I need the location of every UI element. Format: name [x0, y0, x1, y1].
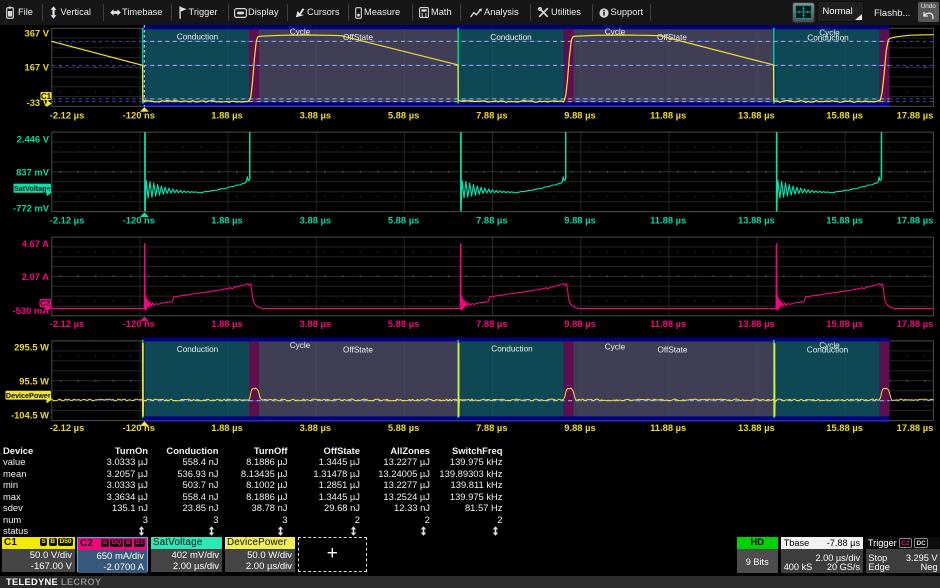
- svg-text:9.88 µs: 9.88 µs: [564, 318, 595, 329]
- svg-text:167 V: 167 V: [25, 62, 50, 73]
- svg-text:-2.12 µs: -2.12 µs: [50, 422, 85, 433]
- svg-text:-120 ns: -120 ns: [123, 318, 155, 329]
- svg-text:13.88 µs: 13.88 µs: [738, 422, 775, 433]
- svg-text:-2.12 µs: -2.12 µs: [50, 109, 85, 120]
- svg-text:-120 ns: -120 ns: [123, 422, 155, 433]
- svg-text:4.67 A: 4.67 A: [22, 238, 50, 249]
- svg-text:Cycle: Cycle: [290, 341, 311, 350]
- svg-text:5.88 µs: 5.88 µs: [388, 109, 419, 120]
- svg-text:9.88 µs: 9.88 µs: [564, 422, 595, 433]
- svg-text:13.88 µs: 13.88 µs: [738, 109, 775, 120]
- svg-text:9.88 µs: 9.88 µs: [564, 109, 595, 120]
- svg-text:-120 ns: -120 ns: [123, 109, 155, 120]
- svg-text:SatVoltage: SatVoltage: [14, 184, 51, 193]
- svg-text:Conduction: Conduction: [490, 33, 532, 42]
- svg-text:Conduction: Conduction: [177, 33, 219, 42]
- svg-text:3.88 µs: 3.88 µs: [300, 109, 331, 120]
- svg-text:1.88 µs: 1.88 µs: [211, 422, 242, 433]
- svg-text:-104.5 W: -104.5 W: [11, 409, 49, 420]
- svg-text:3.88 µs: 3.88 µs: [300, 422, 331, 433]
- svg-text:17.88 µs: 17.88 µs: [897, 109, 934, 120]
- svg-text:17.88 µs: 17.88 µs: [897, 422, 934, 433]
- svg-text:7.88 µs: 7.88 µs: [476, 109, 507, 120]
- svg-text:7.88 µs: 7.88 µs: [476, 422, 507, 433]
- svg-text:837 mV: 837 mV: [16, 167, 50, 178]
- svg-text:5.88 µs: 5.88 µs: [388, 422, 419, 433]
- svg-text:5.88 µs: 5.88 µs: [388, 318, 419, 329]
- svg-text:7.88 µs: 7.88 µs: [476, 214, 507, 225]
- svg-text:11.88 µs: 11.88 µs: [650, 109, 686, 120]
- svg-text:2.07 A: 2.07 A: [22, 271, 50, 282]
- svg-text:367 V: 367 V: [25, 27, 50, 38]
- svg-text:17.88 µs: 17.88 µs: [897, 318, 934, 329]
- svg-text:1.88 µs: 1.88 µs: [211, 318, 242, 329]
- svg-text:17.88 µs: 17.88 µs: [897, 214, 934, 225]
- svg-text:OffState: OffState: [343, 345, 373, 354]
- svg-text:DevicePower: DevicePower: [6, 391, 51, 400]
- svg-text:1.88 µs: 1.88 µs: [211, 109, 242, 120]
- svg-text:11.88 µs: 11.88 µs: [650, 318, 686, 329]
- svg-text:95.5 W: 95.5 W: [19, 375, 49, 386]
- svg-text:Conduction: Conduction: [177, 345, 219, 354]
- svg-text:11.88 µs: 11.88 µs: [650, 422, 686, 433]
- svg-text:15.88 µs: 15.88 µs: [826, 109, 863, 120]
- svg-text:-2.12 µs: -2.12 µs: [50, 214, 85, 225]
- svg-text:295.5 W: 295.5 W: [14, 342, 49, 353]
- svg-text:15.88 µs: 15.88 µs: [826, 318, 863, 329]
- svg-text:OffState: OffState: [657, 33, 687, 42]
- svg-text:2.446 V: 2.446 V: [17, 133, 50, 144]
- svg-text:OffState: OffState: [658, 346, 688, 355]
- svg-text:9.88 µs: 9.88 µs: [564, 214, 595, 225]
- svg-text:7.88 µs: 7.88 µs: [476, 318, 507, 329]
- svg-text:13.88 µs: 13.88 µs: [738, 214, 775, 225]
- svg-text:Conduction: Conduction: [807, 345, 849, 354]
- svg-text:1.88 µs: 1.88 µs: [211, 214, 242, 225]
- svg-text:C1: C1: [41, 92, 52, 101]
- svg-text:3.88 µs: 3.88 µs: [300, 318, 331, 329]
- svg-text:15.88 µs: 15.88 µs: [826, 422, 863, 433]
- svg-text:-772 mV: -772 mV: [13, 202, 50, 213]
- svg-text:13.88 µs: 13.88 µs: [738, 318, 775, 329]
- svg-text:5.88 µs: 5.88 µs: [388, 214, 419, 225]
- svg-text:Cycle: Cycle: [605, 343, 626, 352]
- svg-text:11.88 µs: 11.88 µs: [650, 214, 686, 225]
- svg-text:3.88 µs: 3.88 µs: [300, 214, 331, 225]
- svg-text:15.88 µs: 15.88 µs: [826, 214, 863, 225]
- svg-text:Conduction: Conduction: [491, 345, 533, 354]
- svg-text:Conduction: Conduction: [807, 33, 849, 42]
- svg-text:-120 ns: -120 ns: [123, 214, 155, 225]
- svg-text:-2.12 µs: -2.12 µs: [50, 318, 85, 329]
